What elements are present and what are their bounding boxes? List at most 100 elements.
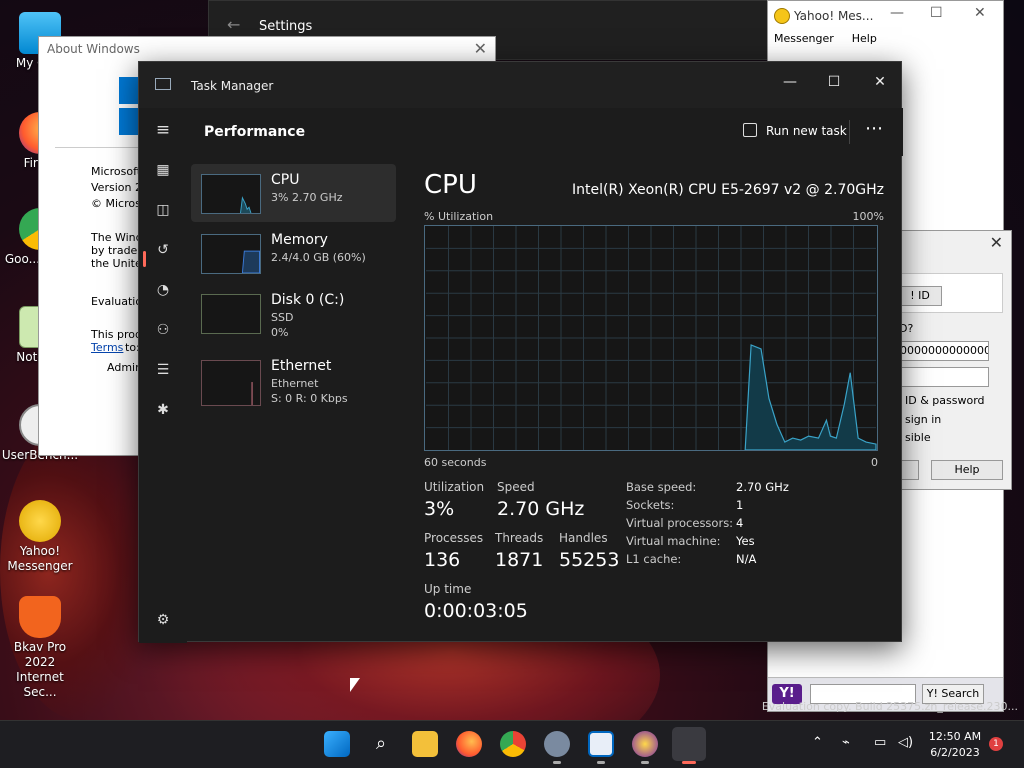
menu-messenger[interactable]: Messenger xyxy=(774,32,834,45)
hamburger-icon[interactable]: ≡ xyxy=(151,118,175,142)
title-bar[interactable]: Task Manager — ☐ ✕ xyxy=(139,62,901,108)
about-windows-icon[interactable] xyxy=(588,731,614,757)
clock-date: 6/2/2023 xyxy=(930,746,980,759)
back-arrow-icon[interactable]: ← xyxy=(227,15,240,34)
details-icon[interactable]: ☰ xyxy=(151,358,175,382)
nav-rail: ≡ ▦ ◫ ↺ ◔ ⚇ ☰ ✱ ⚙ xyxy=(139,108,187,643)
evaluation-watermark: Evaluation copy. Build 25375.zn_release.… xyxy=(761,700,1018,713)
more-options-icon[interactable]: ⋯ xyxy=(865,118,883,139)
about-user: Admin xyxy=(107,361,143,374)
processes-icon[interactable]: ▦ xyxy=(151,158,175,182)
spec-value: N/A xyxy=(736,552,757,566)
menu-help[interactable]: Help xyxy=(852,32,877,45)
yahoo-smiley-icon[interactable] xyxy=(632,731,658,757)
terms-link[interactable]: Terms xyxy=(91,341,123,354)
app-history-icon[interactable]: ↺ xyxy=(151,238,175,262)
running-indicator xyxy=(553,761,561,764)
cpu-utilization-graph xyxy=(424,225,878,451)
window-title: Task Manager xyxy=(191,79,274,93)
page-header: Performance Run new task ⋯ xyxy=(187,108,903,156)
settings-title: Settings xyxy=(259,19,313,34)
chevron-up-icon[interactable]: ⌃ xyxy=(812,735,823,750)
resource-item-cpu[interactable]: CPU 3% 2.70 GHz xyxy=(191,164,396,222)
memory-thumbnail-graph xyxy=(201,234,261,274)
stat-label: Up time xyxy=(424,582,472,596)
stat-label: Processes xyxy=(424,531,484,545)
cpu-detail-pane: CPU Intel(R) Xeon(R) CPU E5-2697 v2 @ 2.… xyxy=(424,170,884,630)
resource-sub: 3% 2.70 GHz xyxy=(271,191,343,204)
stat-speed: 2.70 GHz xyxy=(497,498,585,520)
taskbar: ⌕ ⌃ ⌁ ▭ ◁) 12:50 AM 6/2/2023 1 xyxy=(0,720,1024,768)
resource-sub: Ethernet xyxy=(271,377,319,390)
cpu-thumbnail-graph xyxy=(201,174,261,214)
performance-icon[interactable]: ◫ xyxy=(151,198,175,222)
windows-logo xyxy=(119,77,139,135)
close-icon[interactable]: ✕ xyxy=(474,39,487,58)
min-axis-label: 0 xyxy=(871,456,878,469)
spec-label: Base speed: xyxy=(626,480,697,494)
close-icon[interactable]: ✕ xyxy=(974,5,986,21)
settings-gear-icon[interactable] xyxy=(544,731,570,757)
mouse-cursor xyxy=(350,678,360,692)
desktop-icon-bkav[interactable]: Bkav Pro 2022 Internet Sec... xyxy=(0,596,80,700)
option-invisible[interactable]: sible xyxy=(905,431,931,444)
yahoo-smiley-icon xyxy=(774,8,790,24)
yahoo-title: Yahoo! Mes... xyxy=(794,9,874,23)
resource-name: Disk 0 (C:) xyxy=(271,292,345,308)
close-icon[interactable]: ✕ xyxy=(990,233,1003,252)
desktop-icon-yahoo[interactable]: Yahoo! Messenger xyxy=(0,500,80,574)
running-indicator xyxy=(597,761,605,764)
stat-label: Handles xyxy=(559,531,608,545)
time-axis-label: 60 seconds xyxy=(424,456,487,469)
display-icon[interactable]: ▭ xyxy=(874,735,886,750)
chrome-icon[interactable] xyxy=(500,731,526,757)
detail-heading: CPU xyxy=(424,170,477,200)
resource-sub: S: 0 R: 0 Kbps xyxy=(271,392,348,405)
resource-item-ethernet[interactable]: Ethernet Ethernet S: 0 R: 0 Kbps xyxy=(191,350,396,408)
spec-label: Virtual processors: xyxy=(626,516,734,530)
startup-apps-icon[interactable]: ◔ xyxy=(151,278,175,302)
resource-sub: SSD xyxy=(271,311,294,324)
close-icon[interactable]: ✕ xyxy=(857,68,903,96)
stat-threads: 1871 xyxy=(495,549,544,571)
resource-item-disk[interactable]: Disk 0 (C:) SSD 0% xyxy=(191,284,396,342)
yahoo-signin-dialog[interactable]: ✕ ! ID D? 00000000000000 ID & password s… xyxy=(898,230,1012,490)
network-off-icon[interactable]: ⌁ xyxy=(842,735,850,750)
maximize-icon[interactable]: ☐ xyxy=(930,5,943,21)
run-task-icon xyxy=(743,123,757,137)
stat-label: Utilization xyxy=(424,480,485,494)
start-windows-icon[interactable] xyxy=(324,731,350,757)
ethernet-thumbnail-graph xyxy=(201,360,261,406)
active-indicator xyxy=(143,251,146,267)
resource-name: CPU xyxy=(271,172,300,188)
task-manager-window[interactable]: Task Manager — ☐ ✕ ≡ ▦ ◫ ↺ ◔ ⚇ ☰ ✱ ⚙ Per… xyxy=(138,61,903,643)
minimize-icon[interactable]: — xyxy=(890,5,904,21)
run-new-task-button[interactable]: Run new task xyxy=(766,124,847,138)
resource-sub: 0% xyxy=(271,326,289,339)
yahoo-id-input[interactable]: 00000000000000 xyxy=(899,341,989,361)
services-icon[interactable]: ✱ xyxy=(151,398,175,422)
settings-gear-icon[interactable]: ⚙ xyxy=(151,608,175,632)
spec-value: 1 xyxy=(736,498,744,512)
volume-icon[interactable]: ◁) xyxy=(898,735,913,750)
option-auto-sign-in[interactable]: sign in xyxy=(905,413,941,426)
search-icon[interactable]: ⌕ xyxy=(368,731,394,757)
about-line: Microsoft xyxy=(91,165,142,178)
password-input[interactable] xyxy=(899,367,989,387)
page-title: Performance xyxy=(204,124,306,140)
clock[interactable]: 12:50 AM 6/2/2023 xyxy=(922,729,988,761)
dialog-panel: ! ID xyxy=(899,273,1003,313)
help-button[interactable]: Help xyxy=(931,460,1003,480)
notification-badge[interactable]: 1 xyxy=(989,737,1003,751)
spec-label: L1 cache: xyxy=(626,552,682,566)
firefox-icon[interactable] xyxy=(456,731,482,757)
stat-uptime: 0:00:03:05 xyxy=(424,600,528,622)
resource-item-memory[interactable]: Memory 2.4/4.0 GB (60%) xyxy=(191,224,396,282)
get-id-button[interactable]: ! ID xyxy=(899,286,942,306)
option-save-id[interactable]: ID & password xyxy=(905,394,985,407)
users-icon[interactable]: ⚇ xyxy=(151,318,175,342)
minimize-icon[interactable]: — xyxy=(767,68,813,96)
file-explorer-icon[interactable] xyxy=(412,731,438,757)
maximize-icon[interactable]: ☐ xyxy=(811,68,857,96)
task-manager-icon[interactable] xyxy=(672,727,706,761)
